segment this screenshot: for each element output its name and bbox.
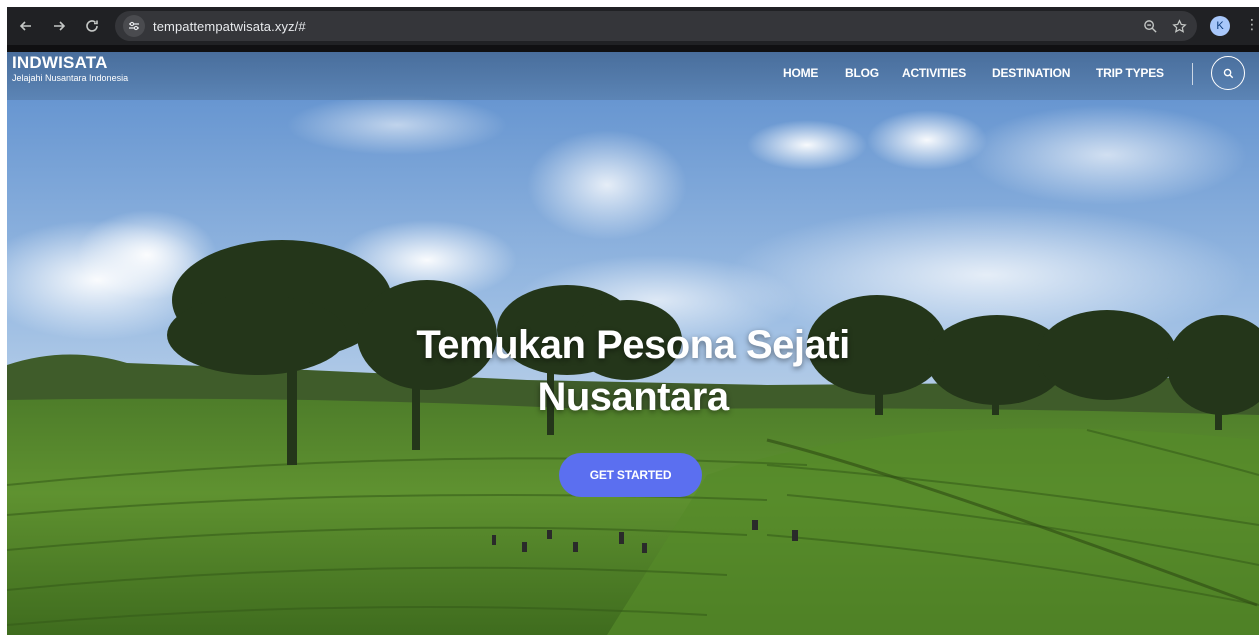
search-button[interactable] [1211, 56, 1245, 90]
brand-logo[interactable]: INDWISATA Jelajahi Nusantara Indonesia [12, 54, 128, 84]
get-started-button[interactable]: GET STARTED [559, 453, 702, 497]
forward-button[interactable] [44, 11, 74, 41]
site-header: INDWISATA Jelajahi Nusantara Indonesia H… [7, 45, 1259, 100]
nav-divider [1192, 63, 1193, 85]
arrow-right-icon [54, 21, 66, 31]
hero-title-line-2: Nusantara [537, 375, 729, 419]
search-icon [1223, 68, 1233, 78]
address-bar[interactable]: tempattempatwisata.xyz/# [115, 11, 1197, 41]
arrow-left-icon [19, 21, 31, 31]
header-top-strip [7, 45, 1259, 52]
nav-item-activities[interactable]: ACTIVITIES [902, 66, 966, 80]
tune-icon [129, 21, 139, 31]
nav-item-destination[interactable]: DESTINATION [992, 66, 1070, 80]
site-info-button[interactable] [123, 15, 145, 37]
reload-icon [86, 20, 98, 32]
profile-avatar[interactable]: K [1210, 16, 1230, 36]
hero-title-line-1: Temukan Pesona Sejati [416, 323, 850, 367]
page-viewport: INDWISATA Jelajahi Nusantara Indonesia H… [7, 45, 1259, 635]
brand-name: INDWISATA [12, 53, 108, 72]
nav-item-trip-types[interactable]: TRIP TYPES [1096, 66, 1164, 80]
nav-item-blog[interactable]: BLOG [845, 66, 879, 80]
nav-item-home[interactable]: HOME [783, 66, 818, 80]
brand-tagline: Jelajahi Nusantara Indonesia [12, 73, 129, 83]
more-menu-icon[interactable]: ⋮ [1245, 17, 1259, 31]
reload-button[interactable] [77, 11, 107, 41]
url-text[interactable]: tempattempatwisata.xyz/# [153, 19, 306, 34]
browser-toolbar: tempattempatwisata.xyz/# K ⋮ [7, 7, 1259, 45]
back-button[interactable] [11, 11, 41, 41]
bookmark-star-icon[interactable] [1172, 18, 1187, 34]
hero-title: Temukan Pesona Sejati Nusantara [333, 319, 933, 423]
zoom-out-icon[interactable] [1143, 19, 1158, 34]
